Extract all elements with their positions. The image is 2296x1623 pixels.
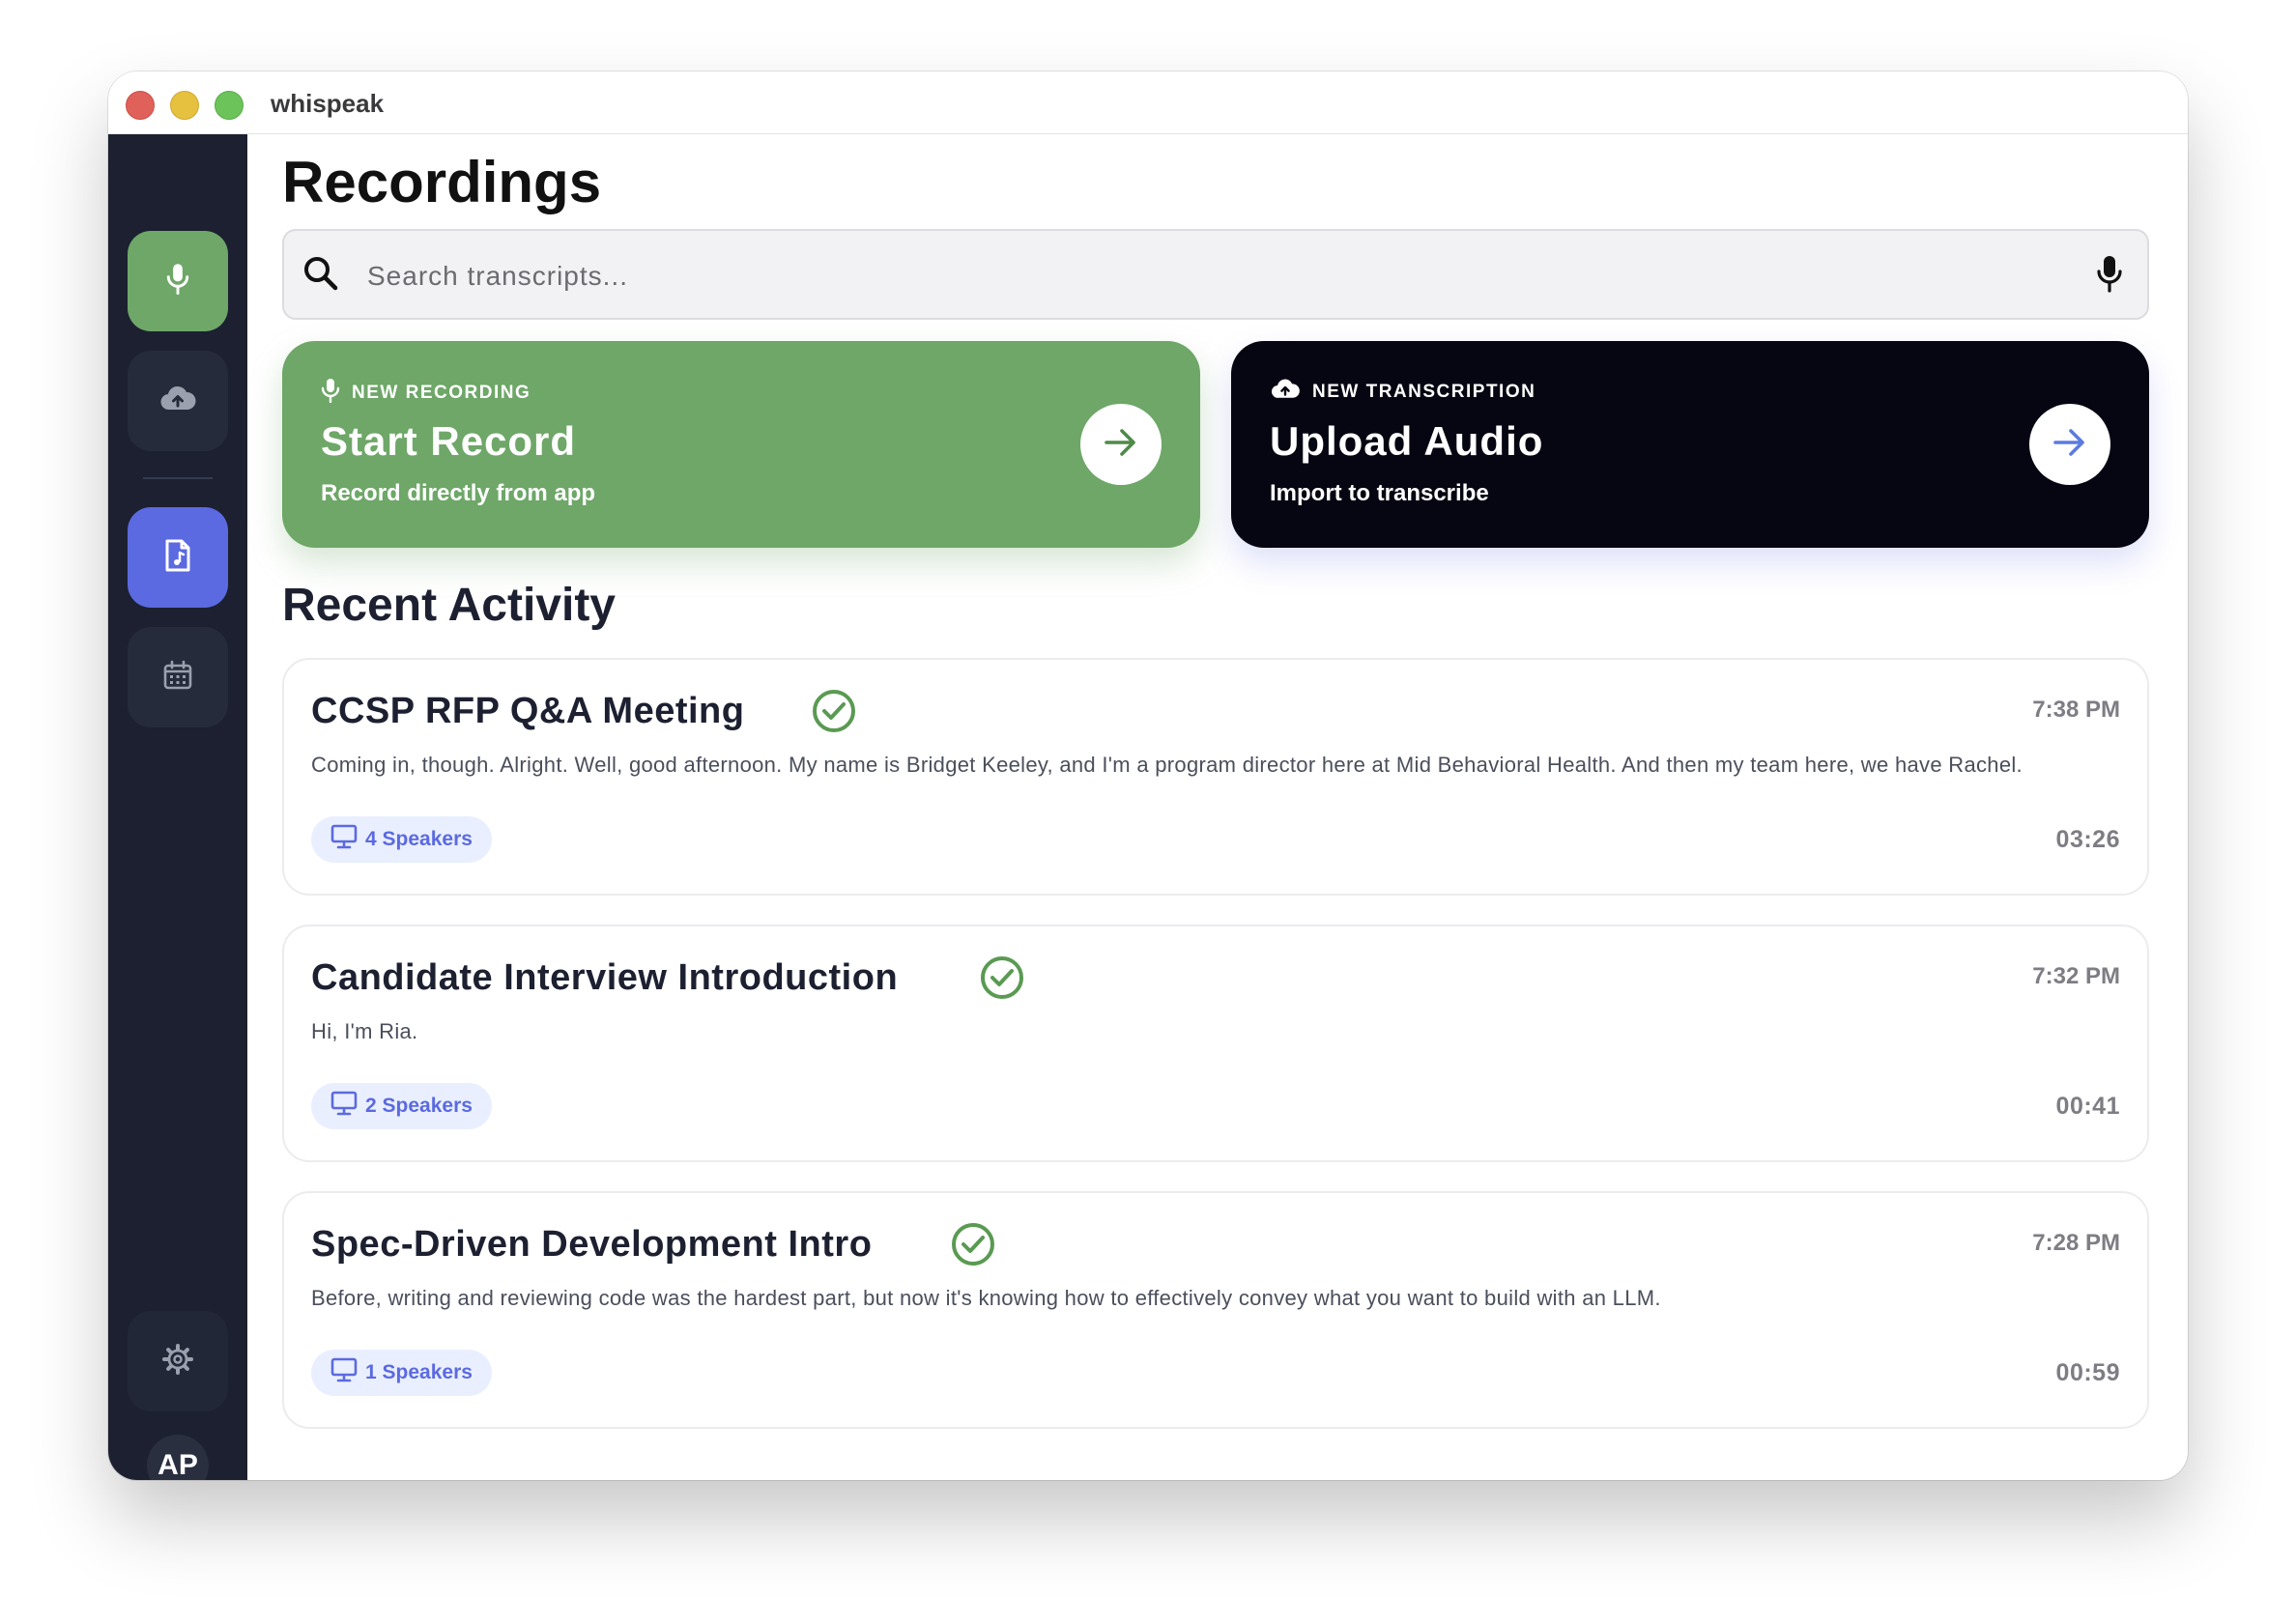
- recording-item[interactable]: Spec-Driven Development Intro 7:28 PM Be…: [282, 1191, 2149, 1429]
- speakers-badge: 4 Speakers: [311, 816, 492, 863]
- card-kicker: NEW RECORDING: [321, 378, 531, 409]
- main-content: Recordings Search transcripts... NEW REC…: [247, 134, 2188, 1480]
- arrow-right-icon: [2052, 426, 2088, 464]
- speakers-badge: 2 Speakers: [311, 1083, 492, 1129]
- app-title: whispeak: [271, 89, 385, 118]
- recording-title: Candidate Interview Introduction: [311, 957, 899, 998]
- close-window-button[interactable]: [126, 91, 155, 120]
- search-icon: [301, 254, 340, 298]
- microphone-icon: [321, 378, 340, 409]
- sidebar-item-record[interactable]: [128, 231, 228, 331]
- card-subtitle: Import to transcribe: [1270, 480, 1489, 506]
- card-kicker-label: NEW RECORDING: [352, 383, 531, 403]
- sidebar: AP: [108, 134, 247, 1480]
- recording-title: Spec-Driven Development Intro: [311, 1224, 873, 1265]
- recording-title: CCSP RFP Q&A Meeting: [311, 691, 745, 731]
- new-recording-card[interactable]: NEW RECORDING Start Record Record direct…: [282, 341, 1200, 548]
- recording-time: 7:38 PM: [2032, 697, 2120, 723]
- sidebar-item-documents[interactable]: [128, 507, 228, 608]
- minimize-window-button[interactable]: [170, 91, 199, 120]
- monitor-icon: [330, 1091, 358, 1122]
- speakers-label: 4 Speakers: [365, 828, 473, 850]
- page-title: Recordings: [282, 150, 602, 214]
- recording-item[interactable]: CCSP RFP Q&A Meeting 7:38 PM Coming in, …: [282, 658, 2149, 896]
- transcript-snippet: Coming in, though. Alright. Well, good a…: [311, 753, 2023, 777]
- transcript-snippet: Hi, I'm Ria.: [311, 1019, 418, 1043]
- sidebar-item-calendar[interactable]: [128, 627, 228, 727]
- file-audio-icon: [163, 538, 192, 578]
- cloud-upload-icon: [159, 384, 196, 418]
- card-kicker-label: NEW TRANSCRIPTION: [1312, 382, 1536, 402]
- recording-duration: 00:59: [2055, 1359, 2120, 1386]
- sidebar-item-settings[interactable]: [128, 1311, 228, 1411]
- app-window: whispeak AP Recordings Search transcript…: [108, 71, 2188, 1480]
- cloud-upload-icon: [1270, 378, 1301, 407]
- card-title: Upload Audio: [1270, 418, 1544, 464]
- speakers-label: 1 Speakers: [365, 1361, 473, 1383]
- card-subtitle: Record directly from app: [321, 480, 596, 506]
- start-record-button[interactable]: [1080, 404, 1162, 485]
- sidebar-divider: [143, 477, 213, 479]
- microphone-icon: [163, 263, 192, 300]
- arrow-right-icon: [1103, 426, 1139, 464]
- recording-duration: 03:26: [2055, 826, 2120, 853]
- recent-activity-heading: Recent Activity: [282, 580, 616, 631]
- recording-duration: 00:41: [2055, 1093, 2120, 1120]
- check-circle-icon: [980, 955, 1024, 1005]
- recording-time: 7:32 PM: [2032, 963, 2120, 989]
- new-transcription-card[interactable]: NEW TRANSCRIPTION Upload Audio Import to…: [1231, 341, 2149, 548]
- card-kicker: NEW TRANSCRIPTION: [1270, 378, 1535, 407]
- sidebar-item-upload[interactable]: [128, 351, 228, 451]
- title-bar: whispeak: [108, 71, 2188, 134]
- check-circle-icon: [812, 689, 856, 738]
- monitor-icon: [330, 1357, 358, 1388]
- calendar-icon: [162, 660, 193, 696]
- speakers-badge: 1 Speakers: [311, 1350, 492, 1396]
- speakers-label: 2 Speakers: [365, 1095, 473, 1117]
- zoom-window-button[interactable]: [215, 91, 244, 120]
- recording-time: 7:28 PM: [2032, 1230, 2120, 1256]
- search-bar: [282, 229, 2149, 320]
- gear-icon: [161, 1343, 194, 1381]
- monitor-icon: [330, 824, 358, 855]
- recording-item[interactable]: Candidate Interview Introduction 7:32 PM…: [282, 925, 2149, 1162]
- transcript-snippet: Before, writing and reviewing code was t…: [311, 1286, 1661, 1310]
- voice-search-icon[interactable]: [2095, 254, 2124, 299]
- card-title: Start Record: [321, 418, 577, 464]
- upload-audio-button[interactable]: [2029, 404, 2110, 485]
- check-circle-icon: [951, 1222, 995, 1271]
- search-input[interactable]: [365, 248, 2012, 304]
- user-avatar[interactable]: AP: [147, 1435, 209, 1480]
